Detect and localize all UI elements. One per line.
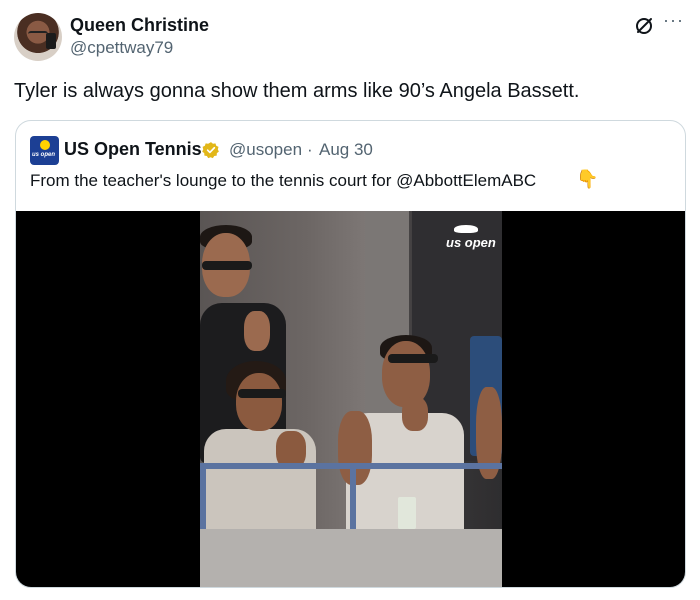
avatar-phone	[46, 33, 56, 49]
video-frame: us open	[200, 211, 502, 587]
standing-hands	[244, 311, 270, 351]
author-name[interactable]: Queen Christine	[70, 15, 209, 36]
tennis-ball-icon	[40, 140, 50, 150]
tyler-head	[382, 341, 430, 407]
grok-icon[interactable]	[634, 16, 654, 36]
usopen-watermark: us open	[446, 225, 496, 250]
quoted-author-name[interactable]: US Open Tennis	[64, 139, 202, 160]
tyler-sunglasses	[388, 354, 438, 363]
quoted-text: From the teacher's lounge to the tennis …	[30, 171, 537, 190]
quoted-avatar[interactable]: us open	[30, 136, 59, 165]
usopen-watermark-text: us open	[446, 235, 496, 250]
railing-post	[200, 463, 206, 531]
railing-post	[350, 463, 356, 531]
video-player[interactable]: us open	[16, 211, 685, 587]
woman-head	[236, 373, 282, 431]
avatar-glasses	[28, 31, 48, 37]
video-barrier	[200, 529, 502, 587]
pointing-down-emoji: 👇	[576, 169, 599, 189]
quoted-avatar-label: us open	[32, 152, 56, 158]
usopen-logo-icon	[454, 225, 478, 233]
quoted-author-handle[interactable]: @usopen	[229, 140, 302, 160]
quoted-tweet[interactable]: us open US Open Tennis @usopen · Aug 30 …	[15, 120, 686, 588]
quoted-date[interactable]: Aug 30	[319, 140, 373, 160]
verified-badge-icon	[202, 142, 219, 159]
more-icon[interactable]: ···	[663, 10, 684, 31]
author-avatar[interactable]	[14, 13, 62, 61]
tweet-text: Tyler is always gonna show them arms lik…	[14, 80, 580, 102]
woman-sunglasses	[238, 389, 286, 398]
standing-sunglasses	[202, 261, 252, 270]
drink-glass	[398, 497, 416, 529]
tyler-hands	[402, 397, 428, 431]
separator-dot: ·	[307, 140, 313, 159]
author-handle[interactable]: @cpettway79	[70, 38, 173, 58]
